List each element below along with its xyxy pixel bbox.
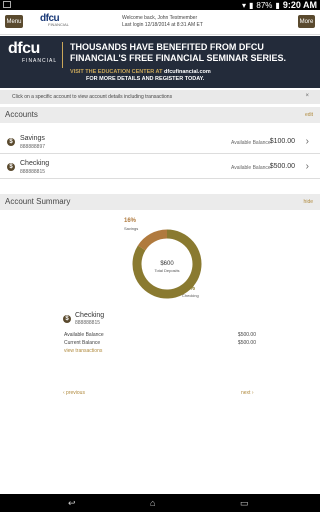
dollar-icon: $ xyxy=(7,163,15,171)
current-balance-value: $500.00 xyxy=(237,340,256,346)
account-row-checking[interactable]: $ Checking 888888815 Available Balance $… xyxy=(0,158,320,179)
detail-account-number: 888888815 xyxy=(75,320,101,326)
checking-percent: 84% xyxy=(183,286,196,292)
banner-cta-url: dfcufinancial.com xyxy=(164,69,211,75)
info-text: Click on a specific account to view acco… xyxy=(12,94,173,100)
more-button[interactable]: More xyxy=(298,15,315,28)
clock: 9:20 AM xyxy=(282,0,317,10)
chevron-right-icon: › xyxy=(305,136,309,147)
close-icon[interactable]: × xyxy=(305,93,309,99)
account-number: 888888815 xyxy=(20,169,46,175)
info-bar: Click on a specific account to view acco… xyxy=(0,90,320,104)
balance-amount: $100.00 xyxy=(269,138,295,145)
welcome-message: Welcome back, John Testmember Last login… xyxy=(122,15,203,29)
wifi-icon: ▾ xyxy=(241,0,246,10)
chevron-right-icon: › xyxy=(305,161,309,172)
banner-cta-line1: VISIT THE EDUCATION CENTER AT dfcufinanc… xyxy=(70,69,211,76)
promo-banner[interactable]: dfcu FINANCIAL THOUSANDS HAVE BENEFITED … xyxy=(0,36,320,88)
balance-label: Available Balance xyxy=(231,165,271,171)
home-icon[interactable]: ⌂ xyxy=(150,498,155,508)
welcome-text: Welcome back, John Testmember xyxy=(122,15,198,21)
previous-link[interactable]: ‹ previous xyxy=(63,390,85,396)
logo-sub: FINANCIAL xyxy=(48,22,69,27)
battery-icon: ▮ xyxy=(275,0,280,10)
available-balance-row: Available Balance $500.00 xyxy=(64,332,256,338)
deposits-donut-chart: $600 Total Deposits 16% Savings 84% Chec… xyxy=(122,216,212,304)
app-header: Menu dfcu FINANCIAL Welcome back, John T… xyxy=(0,10,320,35)
banner-headline-2: FINANCIAL'S FREE FINANCIAL SEMINAR SERIE… xyxy=(70,53,286,63)
dollar-icon: $ xyxy=(7,138,15,146)
edit-link[interactable]: edit xyxy=(305,112,313,118)
available-balance-value: $500.00 xyxy=(237,332,256,338)
current-balance-row: Current Balance $500.00 xyxy=(64,340,256,346)
balance-amount: $500.00 xyxy=(269,163,295,170)
menu-button[interactable]: Menu xyxy=(5,15,23,28)
dfcu-logo: dfcu FINANCIAL xyxy=(40,13,80,31)
donut-slice-savings xyxy=(137,229,168,251)
detail-account-name: Checking xyxy=(75,312,105,319)
banner-cta-text: VISIT THE EDUCATION CENTER AT xyxy=(70,69,163,75)
battery-level: 87% xyxy=(256,0,273,10)
hide-link[interactable]: hide xyxy=(304,199,313,205)
view-transactions-link[interactable]: view transactions xyxy=(64,348,102,354)
status-bar: ▾ ▮ 87% ▮ 9:20 AM xyxy=(0,0,320,10)
banner-headline-1: THOUSANDS HAVE BENEFITED FROM DFCU xyxy=(70,42,264,52)
balance-label: Available Balance xyxy=(231,140,271,146)
summary-header: Account Summary hide xyxy=(0,194,320,210)
account-name: Checking xyxy=(20,160,50,167)
checking-slice-label: Checking xyxy=(182,293,199,298)
savings-slice-label: Savings xyxy=(124,226,139,231)
account-name: Savings xyxy=(20,135,45,142)
system-nav-bar: ↩ ⌂ ▭ xyxy=(0,494,320,512)
banner-logo: dfcu xyxy=(8,40,40,57)
banner-headline: THOUSANDS HAVE BENEFITED FROM DFCU FINAN… xyxy=(70,42,286,64)
account-row-savings[interactable]: $ Savings 888888897 Available Balance $1… xyxy=(0,133,320,154)
savings-percent: 16% xyxy=(124,218,137,224)
available-balance-label: Available Balance xyxy=(64,332,104,338)
banner-divider xyxy=(62,42,63,68)
donut-total-label: Total Deposits xyxy=(154,268,179,273)
recent-apps-icon[interactable]: ▭ xyxy=(240,498,249,509)
donut-total-amount: $600 xyxy=(160,261,174,267)
account-number: 888888897 xyxy=(20,144,46,150)
gallery-icon xyxy=(3,1,11,8)
summary-title: Account Summary xyxy=(5,197,71,206)
dollar-icon: $ xyxy=(63,315,71,323)
last-login-text: Last login 12/18/2014 at 8:31 AM ET xyxy=(122,22,203,28)
signal-icon: ▮ xyxy=(248,0,254,10)
banner-logo-sub: FINANCIAL xyxy=(22,58,58,64)
next-link[interactable]: next › xyxy=(241,390,254,396)
back-icon[interactable]: ↩ xyxy=(68,498,76,509)
accounts-header: Accounts edit xyxy=(0,107,320,123)
banner-cta-line2: FOR MORE DETAILS AND REGISTER TODAY. xyxy=(86,76,205,82)
accounts-title: Accounts xyxy=(5,110,38,119)
current-balance-label: Current Balance xyxy=(64,340,101,346)
